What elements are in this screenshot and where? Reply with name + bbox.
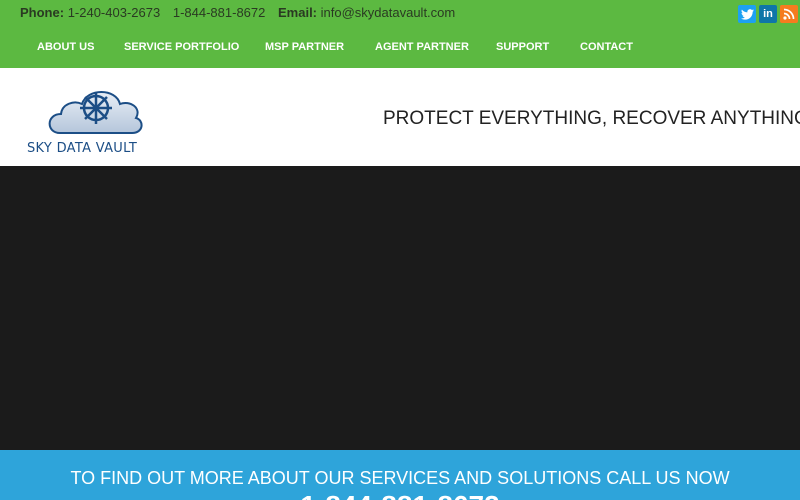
logo-text: SKY DATA VAULT [27,141,138,156]
phone-label: Phone: [20,5,65,20]
twitter-icon[interactable] [738,5,756,23]
cta-phone[interactable]: 1-844-881-8672 [0,490,800,500]
nav-contact[interactable]: CONTACT [580,41,633,53]
nav-support[interactable]: SUPPORT [496,41,549,53]
phone-number-2[interactable]: 1-844-881-8672 [173,5,266,20]
cloud-wheel-logo-icon [48,91,143,134]
email-label: Email: [278,5,318,20]
hero-banner [0,166,800,450]
linkedin-icon[interactable]: in [759,5,777,23]
phone-number-1[interactable]: 1-240-403-2673 [68,5,161,20]
tagline: PROTECT EVERYTHING, RECOVER ANYTHING [383,108,800,129]
cta-text: TO FIND OUT MORE ABOUT OUR SERVICES AND … [70,468,730,488]
site-logo[interactable]: SKY DATA VAULT [24,78,174,160]
nav-service-portfolio[interactable]: SERVICE PORTFOLIO [124,41,239,53]
contact-info: Phone: 1-240-403-2673 1-844-881-8672 Ema… [20,5,455,20]
cta-banner: TO FIND OUT MORE ABOUT OUR SERVICES AND … [0,450,800,500]
top-bar: Phone: 1-240-403-2673 1-844-881-8672 Ema… [0,0,800,68]
social-links: in [738,5,798,23]
nav-about-us[interactable]: ABOUT US [37,41,94,53]
nav-msp-partner[interactable]: MSP PARTNER [265,41,344,53]
nav-agent-partner[interactable]: AGENT PARTNER [375,41,469,53]
rss-icon[interactable] [780,5,798,23]
site-header: SKY DATA VAULT PROTECT EVERYTHING, RECOV… [0,68,800,166]
email-link[interactable]: info@skydatavault.com [321,5,456,20]
main-nav: ABOUT US SERVICE PORTFOLIO MSP PARTNER A… [0,38,800,60]
